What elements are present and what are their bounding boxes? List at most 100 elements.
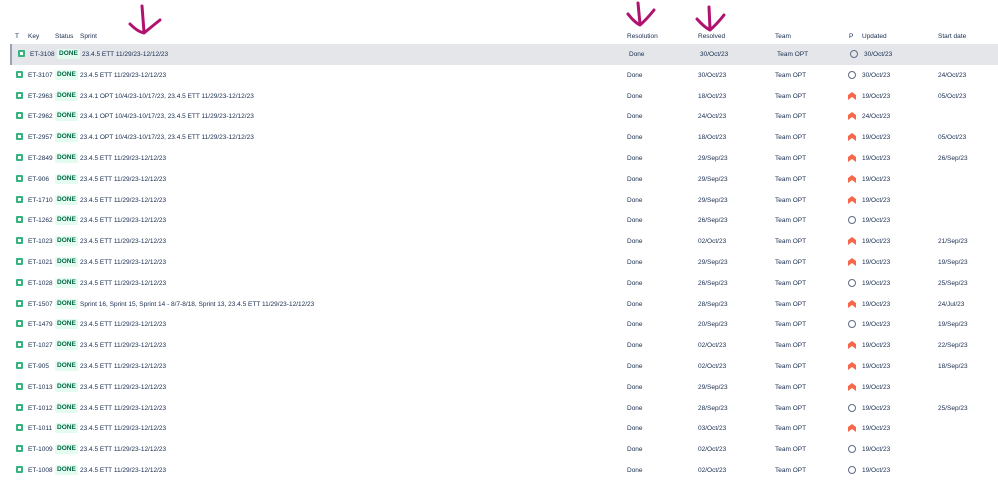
table-row[interactable]: ET-1023 DONE 23.4.5 ETT 11/29/23-12/12/23 D… bbox=[10, 231, 998, 252]
issue-key-link[interactable]: ET-1021 bbox=[28, 259, 53, 266]
status-badge[interactable]: DONE bbox=[55, 361, 78, 371]
issue-key-link[interactable]: ET-2957 bbox=[28, 134, 53, 141]
table-row[interactable]: ET-1027 DONE 23.4.5 ETT 11/29/23-12/12/23 D… bbox=[10, 335, 998, 356]
story-icon bbox=[16, 91, 23, 99]
issue-key-link[interactable]: ET-1262 bbox=[28, 217, 53, 224]
column-header-updated[interactable]: Updated bbox=[862, 33, 887, 40]
table-row[interactable]: ET-906 DONE 23.4.5 ETT 11/29/23-12/12/23 Do… bbox=[10, 169, 998, 190]
status-badge[interactable]: DONE bbox=[55, 215, 78, 226]
table-row[interactable]: ET-2849 DONE 23.4.5 ETT 11/29/23-12/12/23 D… bbox=[10, 148, 998, 169]
issue-key-link[interactable]: ET-1507 bbox=[28, 301, 53, 308]
resolved-date-cell: 29/Sep/23 bbox=[698, 196, 728, 204]
table-row[interactable]: ET-1028 DONE 23.4.5 ETT 11/29/23-12/12/23 D… bbox=[10, 273, 998, 294]
resolution-cell: Done bbox=[627, 217, 643, 225]
status-badge[interactable]: DONE bbox=[55, 465, 78, 475]
table-row[interactable]: ET-1710 DONE 23.4.5 ETT 11/29/23-12/12/23 D… bbox=[10, 190, 998, 211]
priority-none-icon bbox=[848, 278, 856, 287]
table-header: T Key Status Sprint Resolution Resolved … bbox=[0, 30, 998, 44]
table-row[interactable]: ET-2963 DONE 23.4.1 OPT 10/4/23-10/17/23, … bbox=[10, 86, 998, 107]
status-badge[interactable]: DONE bbox=[55, 69, 78, 80]
table-row[interactable]: ET-3108 DONE 23.4.5 ETT 11/29/23-12/12/23 D… bbox=[10, 44, 998, 65]
status-badge[interactable]: DONE bbox=[57, 49, 80, 59]
status-badge[interactable]: DONE bbox=[55, 153, 78, 163]
story-icon bbox=[16, 466, 23, 473]
issue-key-link[interactable]: ET-2963 bbox=[28, 93, 53, 100]
issue-key-link[interactable]: ET-1710 bbox=[28, 197, 53, 204]
priority-none-icon bbox=[850, 50, 858, 58]
column-header-resolved[interactable]: Resolved bbox=[698, 33, 725, 40]
resolution-cell: Done bbox=[627, 134, 643, 142]
team-cell: Team OPT bbox=[775, 383, 807, 391]
status-badge[interactable]: DONE bbox=[55, 298, 78, 309]
team-cell: Team OPT bbox=[775, 134, 807, 142]
issue-key-link[interactable]: ET-3107 bbox=[28, 72, 53, 79]
table-row[interactable]: ET-905 DONE 23.4.5 ETT 11/29/23-12/12/23 Do… bbox=[10, 356, 998, 377]
story-icon bbox=[16, 133, 23, 141]
issue-key-link[interactable]: ET-1028 bbox=[28, 280, 53, 287]
issue-key-link[interactable]: ET-3108 bbox=[30, 51, 55, 58]
updated-date-cell: 19/Oct/23 bbox=[862, 425, 891, 433]
sprint-cell: 23.4.5 ETT 11/29/23-12/12/23 bbox=[82, 51, 169, 58]
resolution-cell: Done bbox=[629, 51, 645, 58]
column-header-key[interactable]: Key bbox=[28, 33, 39, 40]
issue-key-link[interactable]: ET-1479 bbox=[28, 321, 53, 328]
issue-key-link[interactable]: ET-905 bbox=[28, 363, 49, 370]
sprint-cell: 23.4.5 ETT 11/29/23-12/12/23 bbox=[80, 467, 167, 474]
table-row[interactable]: ET-2962 DONE 23.4.1 OPT 10/4/23-10/17/23, … bbox=[10, 106, 998, 127]
issue-key-link[interactable]: ET-2962 bbox=[28, 113, 53, 120]
issue-key-link[interactable]: ET-1027 bbox=[28, 342, 53, 349]
column-header-start-date[interactable]: Start date bbox=[938, 33, 966, 40]
column-header-team[interactable]: Team bbox=[775, 33, 791, 40]
column-header-status[interactable]: Status bbox=[55, 33, 73, 40]
team-cell: Team OPT bbox=[775, 217, 807, 225]
issue-key-link[interactable]: ET-1009 bbox=[28, 446, 53, 453]
table-row[interactable]: ET-1013 DONE 23.4.5 ETT 11/29/23-12/12/23 D… bbox=[10, 377, 998, 398]
table-row[interactable]: ET-1262 DONE 23.4.5 ETT 11/29/23-12/12/23 D… bbox=[10, 210, 998, 231]
status-badge[interactable]: DONE bbox=[55, 90, 78, 101]
status-badge[interactable]: DONE bbox=[55, 132, 78, 143]
updated-date-cell: 19/Oct/23 bbox=[862, 155, 891, 162]
table-row[interactable]: ET-1479 DONE 23.4.5 ETT 11/29/23-12/12/23 D… bbox=[10, 314, 998, 335]
table-row[interactable]: ET-1011 DONE 23.4.5 ETT 11/29/23-12/12/23 D… bbox=[10, 418, 998, 439]
table-row[interactable]: ET-2957 DONE 23.4.1 OPT 10/4/23-10/17/23, … bbox=[10, 127, 998, 148]
table-row[interactable]: ET-1012 DONE 23.4.5 ETT 11/29/23-12/12/23 D… bbox=[10, 398, 998, 419]
table-row[interactable]: ET-1021 DONE 23.4.5 ETT 11/29/23-12/12/23 D… bbox=[10, 252, 998, 273]
team-cell: Team OPT bbox=[775, 259, 807, 266]
resolution-cell: Done bbox=[627, 92, 643, 100]
status-badge[interactable]: DONE bbox=[55, 381, 78, 392]
resolution-cell: Done bbox=[627, 363, 643, 370]
status-badge[interactable]: DONE bbox=[55, 236, 78, 247]
issue-key-link[interactable]: ET-1023 bbox=[28, 238, 53, 245]
status-badge[interactable]: DONE bbox=[55, 257, 78, 267]
status-badge[interactable]: DONE bbox=[55, 319, 78, 330]
status-badge[interactable]: DONE bbox=[55, 340, 78, 351]
column-header-priority[interactable]: P bbox=[849, 33, 853, 40]
sprint-cell: 23.4.5 ETT 11/29/23-12/12/23 bbox=[80, 155, 167, 162]
status-badge[interactable]: DONE bbox=[55, 277, 78, 288]
status-badge[interactable]: DONE bbox=[55, 173, 78, 184]
updated-date-cell: 19/Oct/23 bbox=[862, 259, 891, 266]
updated-date-cell: 19/Oct/23 bbox=[862, 383, 891, 391]
issue-key-link[interactable]: ET-906 bbox=[28, 176, 49, 183]
table-row[interactable]: ET-3107 DONE 23.4.5 ETT 11/29/23-12/12/23 D… bbox=[10, 65, 998, 86]
status-badge[interactable]: DONE bbox=[55, 194, 78, 205]
issue-key-link[interactable]: ET-1012 bbox=[28, 405, 53, 412]
table-row[interactable]: ET-1008 DONE 23.4.5 ETT 11/29/23-12/12/23 D… bbox=[10, 460, 998, 481]
resolved-date-cell: 30/Oct/23 bbox=[698, 71, 727, 79]
issue-key-link[interactable]: ET-1011 bbox=[28, 425, 52, 432]
status-badge[interactable]: DONE bbox=[55, 423, 78, 434]
status-badge[interactable]: DONE bbox=[55, 444, 78, 455]
status-badge[interactable]: DONE bbox=[55, 111, 78, 122]
issue-key-link[interactable]: ET-1008 bbox=[28, 467, 53, 474]
resolution-cell: Done bbox=[627, 404, 643, 412]
table-row[interactable]: ET-1009 DONE 23.4.5 ETT 11/29/23-12/12/23 D… bbox=[10, 439, 998, 460]
issue-key-link[interactable]: ET-2849 bbox=[28, 155, 53, 162]
table-row[interactable]: ET-1507 DONE Sprint 16, Sprint 15, Sprint … bbox=[10, 294, 998, 315]
start-date-cell: 24/Jul/23 bbox=[938, 300, 965, 308]
column-header-type[interactable]: T bbox=[15, 33, 19, 40]
issue-key-link[interactable]: ET-1013 bbox=[28, 384, 53, 391]
column-header-sprint[interactable]: Sprint bbox=[80, 33, 97, 40]
team-cell: Team OPT bbox=[775, 300, 807, 308]
status-badge[interactable]: DONE bbox=[55, 402, 78, 413]
column-header-resolution[interactable]: Resolution bbox=[627, 33, 658, 40]
